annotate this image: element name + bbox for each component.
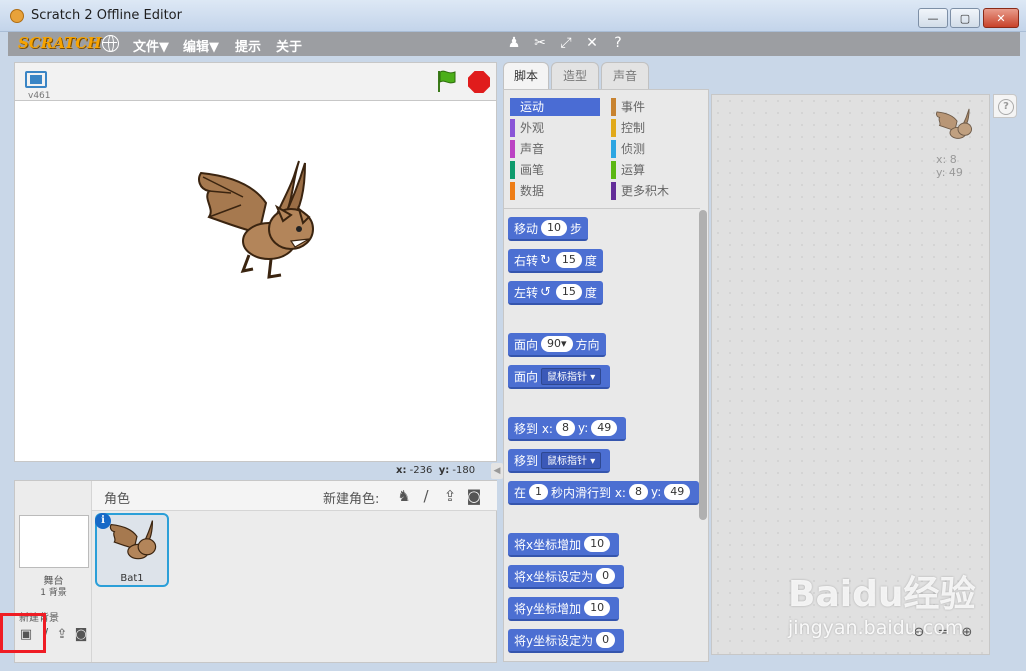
category-sound[interactable]: 声音 <box>510 140 600 158</box>
block-move[interactable]: 移动 10 步 <box>508 217 589 241</box>
menu-file[interactable]: 文件▼ <box>133 36 169 55</box>
zoom-reset-icon[interactable]: = <box>934 625 952 643</box>
language-globe-icon[interactable] <box>102 35 119 52</box>
block-point-direction[interactable]: 面向 90▾ 方向 <box>508 333 606 357</box>
window-title: Scratch 2 Offline Editor <box>31 8 182 23</box>
block-turn-left[interactable]: 左转 ↺ 15 度 <box>508 281 603 305</box>
help-icon[interactable]: ? <box>609 35 627 51</box>
new-sprite-label: 新建角色: <box>323 492 380 507</box>
scratch-logo[interactable]: SCRATCH <box>18 34 101 52</box>
block-change-x[interactable]: 将x坐标增加 10 <box>508 533 620 557</box>
sprite-library-icon[interactable]: ♞ <box>394 486 414 506</box>
camera-sprite-icon[interactable]: ◙ <box>464 486 484 506</box>
zoom-in-icon[interactable]: ⊕ <box>958 625 976 643</box>
tab-sounds[interactable]: 声音 <box>601 62 649 89</box>
camera-backdrop-icon[interactable]: ◙ <box>72 627 90 643</box>
rotate-counterclockwise-icon: ↺ <box>540 284 551 300</box>
category-data[interactable]: 数据 <box>510 182 600 200</box>
sprites-title: 角色 <box>104 492 131 507</box>
menu-tips[interactable]: 提示 <box>235 36 261 55</box>
category-swatch <box>510 182 515 200</box>
category-swatch <box>510 161 515 179</box>
category-control[interactable]: 控制 <box>611 119 701 137</box>
category-swatch <box>611 119 616 137</box>
block-turn-right[interactable]: 右转 ↻ 15 度 <box>508 249 603 273</box>
category-pen[interactable]: 画笔 <box>510 161 600 179</box>
category-sensing[interactable]: 侦测 <box>611 140 701 158</box>
category-swatch <box>611 182 616 200</box>
upload-sprite-icon[interactable]: ⇪ <box>440 486 460 506</box>
stage-canvas[interactable] <box>14 100 497 462</box>
sprite-name: Bat1 <box>120 573 144 584</box>
delete-icon[interactable]: ✂ <box>531 35 549 51</box>
category-looks[interactable]: 外观 <box>510 119 600 137</box>
bat-thumbnail-icon <box>109 520 157 560</box>
category-operators[interactable]: 运算 <box>611 161 701 179</box>
category-swatch <box>510 98 515 116</box>
category-motion[interactable]: 运动 <box>510 98 600 116</box>
duplicate-icon[interactable]: ♟ <box>505 35 523 51</box>
block-change-y[interactable]: 将y坐标增加 10 <box>508 597 620 621</box>
rotate-clockwise-icon: ↻ <box>540 252 551 268</box>
category-events[interactable]: 事件 <box>611 98 701 116</box>
sprite-position-readout: x: 8 y: 49 <box>936 153 963 179</box>
sprite-pane: 舞台 1 背景 新建背景 ▣ / ⇪ ◙ 角色 新建角色: ♞ / ⇪ ◙ i … <box>14 480 497 663</box>
block-goto-xy[interactable]: 移到 x: 8 y: 49 <box>508 417 627 441</box>
minimize-button[interactable]: — <box>918 8 948 28</box>
menu-edit[interactable]: 编辑▼ <box>183 36 219 55</box>
close-button[interactable]: ✕ <box>983 8 1019 28</box>
question-icon: ? <box>998 99 1014 115</box>
green-flag-icon[interactable] <box>435 69 457 93</box>
shrink-icon[interactable]: ✕ <box>583 35 601 51</box>
palette-scrollbar[interactable] <box>699 210 707 520</box>
category-swatch <box>510 119 515 137</box>
mouse-coordinates: x: -236 y: -180 <box>396 465 476 476</box>
collapse-stage-arrow-icon[interactable]: ◀ <box>491 463 503 479</box>
scripts-area[interactable]: x: 8 y: 49 <box>711 94 990 655</box>
help-button[interactable]: ? <box>993 94 1017 118</box>
title-bar: Scratch 2 Offline Editor — ▢ ✕ <box>0 0 1026 32</box>
block-point-towards[interactable]: 面向 鼠标指针 ▾ <box>508 365 611 389</box>
category-swatch <box>611 140 616 158</box>
category-more-blocks[interactable]: 更多积木 <box>611 182 701 200</box>
menu-about[interactable]: 关于 <box>276 36 302 55</box>
fullscreen-icon[interactable] <box>25 71 47 88</box>
menu-bar: SCRATCH 文件▼ 编辑▼ 提示 关于 ♟ ✂ ⤢ ✕ ? <box>8 32 1020 56</box>
category-swatch <box>611 98 616 116</box>
grow-icon[interactable]: ⤢ <box>557 35 575 51</box>
tab-costumes[interactable]: 造型 <box>551 62 599 89</box>
backdrop-count: 1 背景 <box>40 588 67 598</box>
category-divider <box>504 208 700 209</box>
block-goto[interactable]: 移到 鼠标指针 ▾ <box>508 449 611 473</box>
block-set-x[interactable]: 将x坐标设定为 0 <box>508 565 625 589</box>
stop-icon[interactable] <box>468 71 490 93</box>
stage-thumbnail[interactable] <box>19 515 89 568</box>
scratch-cat-icon <box>10 9 24 23</box>
paint-sprite-icon[interactable]: / <box>416 486 436 506</box>
category-swatch <box>510 140 515 158</box>
stage-header: v461 <box>14 62 497 101</box>
category-swatch <box>611 161 616 179</box>
highlight-annotation <box>0 613 46 653</box>
upload-backdrop-icon[interactable]: ⇪ <box>53 627 71 643</box>
zoom-out-icon[interactable]: ⊖ <box>910 625 928 643</box>
bat-sprite[interactable] <box>191 159 321 285</box>
current-sprite-icon <box>936 108 972 139</box>
tab-scripts[interactable]: 脚本 <box>503 62 549 90</box>
sprite-thumbnail-bat1[interactable]: i Bat1 <box>95 513 169 587</box>
sprite-pane-header: 角色 新建角色: ♞ / ⇪ ◙ <box>92 481 497 511</box>
block-glide[interactable]: 在 1 秒内滑行到 x: 8 y: 49 <box>508 481 700 505</box>
maximize-button[interactable]: ▢ <box>950 8 980 28</box>
block-set-y[interactable]: 将y坐标设定为 0 <box>508 629 625 653</box>
